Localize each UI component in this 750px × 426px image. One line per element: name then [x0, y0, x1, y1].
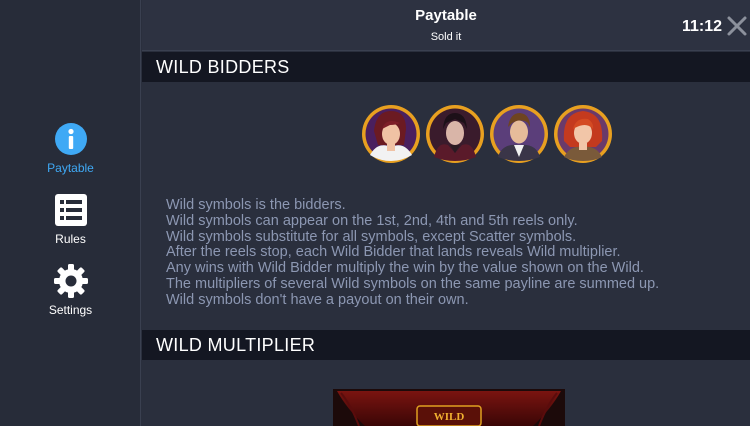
description-line: After the reels stop, each Wild Bidder t…: [166, 244, 621, 261]
info-icon: [54, 123, 87, 155]
page-subtitle: Sold it: [430, 31, 462, 43]
description-line: Wild symbols don't have a payout on thei…: [166, 291, 469, 308]
bidder-woman-fur-icon: [362, 105, 420, 163]
wild-symbols-row: [360, 101, 616, 167]
clock: 11:12: [681, 18, 722, 35]
page-title: Paytable: [415, 7, 477, 24]
section-title-wild-bidders: WILD BIDDERS: [142, 52, 750, 82]
sidebar-item-settings[interactable]: Settings: [0, 263, 141, 317]
section-title-wild-multiplier: WILD MULTIPLIER: [142, 330, 750, 360]
sidebar-item-label: Rules: [55, 232, 86, 246]
wild-panel-label: WILD: [434, 411, 465, 423]
gear-icon: [53, 264, 88, 298]
sidebar-item-label: Settings: [48, 303, 93, 317]
description-line: Wild symbols substitute for all symbols,…: [166, 228, 577, 245]
bidder-woman-red-hair-icon: [554, 105, 612, 163]
bidder-man-suit-icon: [490, 105, 548, 163]
paytable-content[interactable]: WILD BIDDERS Wild symbols is the bidders…: [142, 51, 750, 426]
list-icon: [54, 194, 87, 226]
bidder-man-vampire-icon: [426, 105, 484, 163]
sidebar: Paytable Rules Settings: [0, 0, 141, 426]
sidebar-item-paytable[interactable]: Paytable: [0, 121, 141, 175]
wild-multiplier-symbol: WILD: [333, 389, 565, 426]
description-line: Any wins with Wild Bidder multiply the w…: [166, 260, 644, 277]
sidebar-item-label: Paytable: [47, 161, 94, 175]
header: Paytable Sold it 11:12: [142, 0, 750, 51]
description-line: Wild symbols is the bidders.: [166, 197, 346, 213]
close-icon[interactable]: [726, 15, 748, 37]
sidebar-item-rules[interactable]: Rules: [0, 192, 141, 246]
description-line: The multipliers of several Wild symbols …: [166, 275, 660, 292]
description-line: Wild symbols can appear on the 1st, 2nd,…: [166, 212, 578, 229]
wild-bidders-description: Wild symbols is the bidders. Wild symbol…: [166, 197, 736, 309]
